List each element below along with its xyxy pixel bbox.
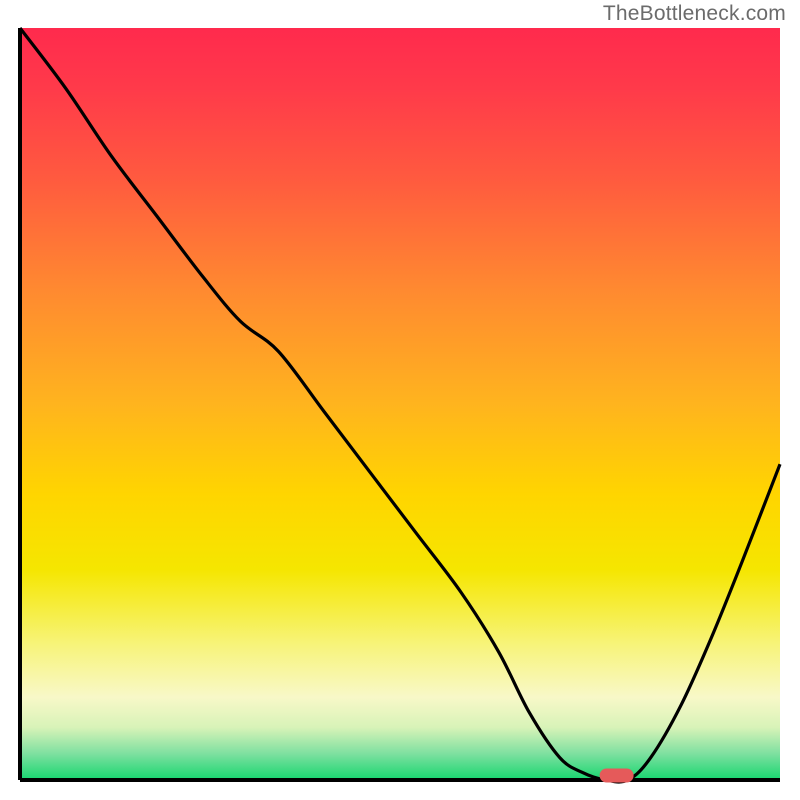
optimal-marker — [600, 768, 634, 782]
watermark-text: TheBottleneck.com — [603, 2, 786, 26]
plot-background — [20, 28, 780, 780]
chart-container: TheBottleneck.com — [0, 0, 800, 800]
bottleneck-chart — [0, 0, 800, 800]
